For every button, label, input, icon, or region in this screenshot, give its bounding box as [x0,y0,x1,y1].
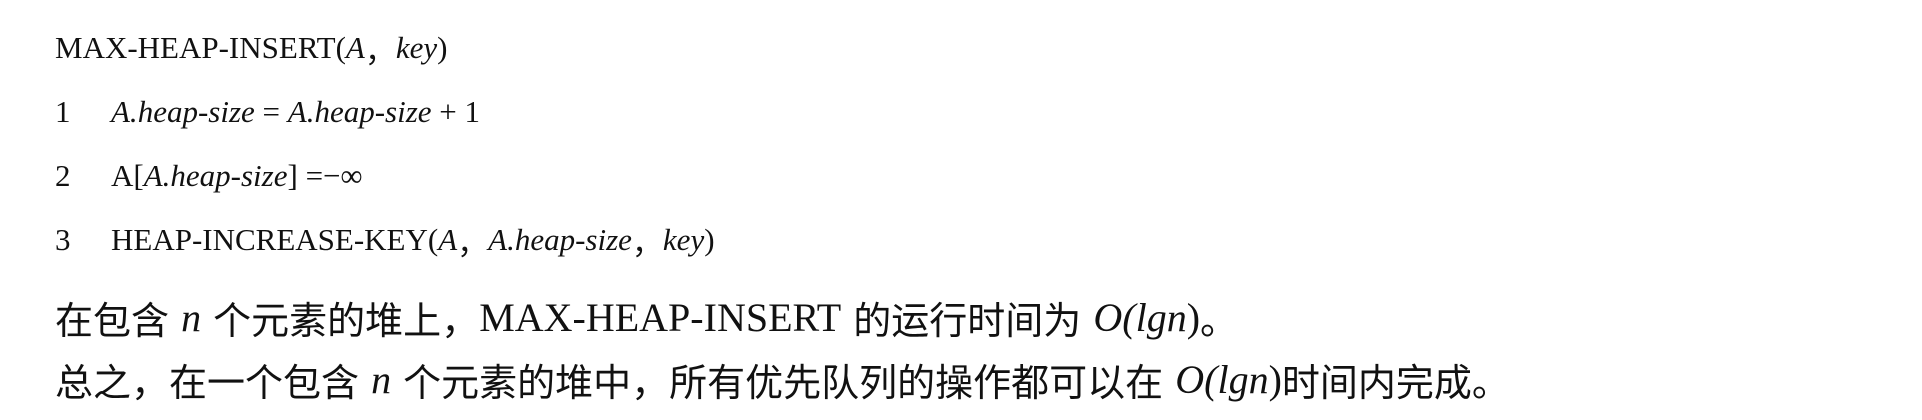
code-operator: = [254,94,288,129]
code-token: A [438,222,458,257]
procedure-header: MAX-HEAP-INSERT ( A ， key ) [55,16,1855,80]
code-token: A. [488,222,515,257]
explanation-text: 在包含 n 个元素的堆上， MAX-HEAP-INSERT 的运行时间为 O(l… [55,286,1895,410]
param-key: key [395,30,438,65]
line-number: 3 [55,222,71,257]
code-token: A. [143,158,171,193]
param-a: A [345,30,365,65]
paren-open: ( [335,30,346,65]
text-run: 的运行时间为 [841,298,1094,343]
math-close: ) [1186,294,1201,340]
text-run: 在包含 [55,298,182,343]
text-run: 总之，在一个包含 [55,360,372,405]
code-token: heap-size [170,158,288,193]
document-page: MAX-HEAP-INSERT ( A ， key ) 1 A. heap-si… [0,0,1922,420]
line-number: 1 [55,94,71,129]
math-variable: n [181,294,202,340]
procedure-name: MAX-HEAP-INSERT [479,294,842,340]
code-token: + 1 [431,94,481,129]
param-separator: ， [364,33,396,69]
big-o: O(lg [1093,294,1167,340]
text-run: 个元素的堆上， [201,298,480,343]
line-number: 2 [55,158,71,193]
code-token: HEAP-INCREASE-KEY( [111,222,439,257]
math-variable: n [371,356,392,402]
code-line-1: 1 A. heap-size = A. heap-size + 1 [55,80,1855,144]
text-run: 。 [1200,298,1239,343]
code-token: A. [111,94,138,129]
paren-close: ) [437,30,448,65]
code-token: heap-size [137,94,255,129]
code-token: ] =−∞ [287,158,363,193]
code-token: ) [704,222,715,257]
procedure-name: MAX-HEAP-INSERT [55,30,336,65]
code-token: A. [287,94,315,129]
code-line-3: 3 HEAP-INCREASE-KEY( A ， A. heap-size ， … [55,208,1855,272]
code-token: A[ [111,158,144,193]
code-token: ， [631,225,663,261]
pseudocode-block: MAX-HEAP-INSERT ( A ， key ) 1 A. heap-si… [55,16,1855,272]
math-close: ) [1268,356,1282,402]
big-o: O(lg [1175,356,1249,402]
code-line-2: 2 A[ A. heap-size ] =−∞ [55,144,1855,208]
paragraph-2: 总之，在一个包含 n 个元素的堆中，所有优先队列的操作都可以在 O(lg n )… [55,348,1895,410]
code-token: heap-size [514,222,632,257]
paragraph-1: 在包含 n 个元素的堆上， MAX-HEAP-INSERT 的运行时间为 O(l… [55,286,1895,348]
text-run: 个元素的堆中，所有优先队列的操作都可以在 [391,360,1176,405]
math-variable: n [1248,356,1269,402]
code-token: heap-size [314,94,432,129]
code-token: ， [457,225,489,261]
math-variable: n [1166,294,1187,340]
text-run: 时间内完成。 [1281,360,1510,405]
code-token: key [662,222,705,257]
